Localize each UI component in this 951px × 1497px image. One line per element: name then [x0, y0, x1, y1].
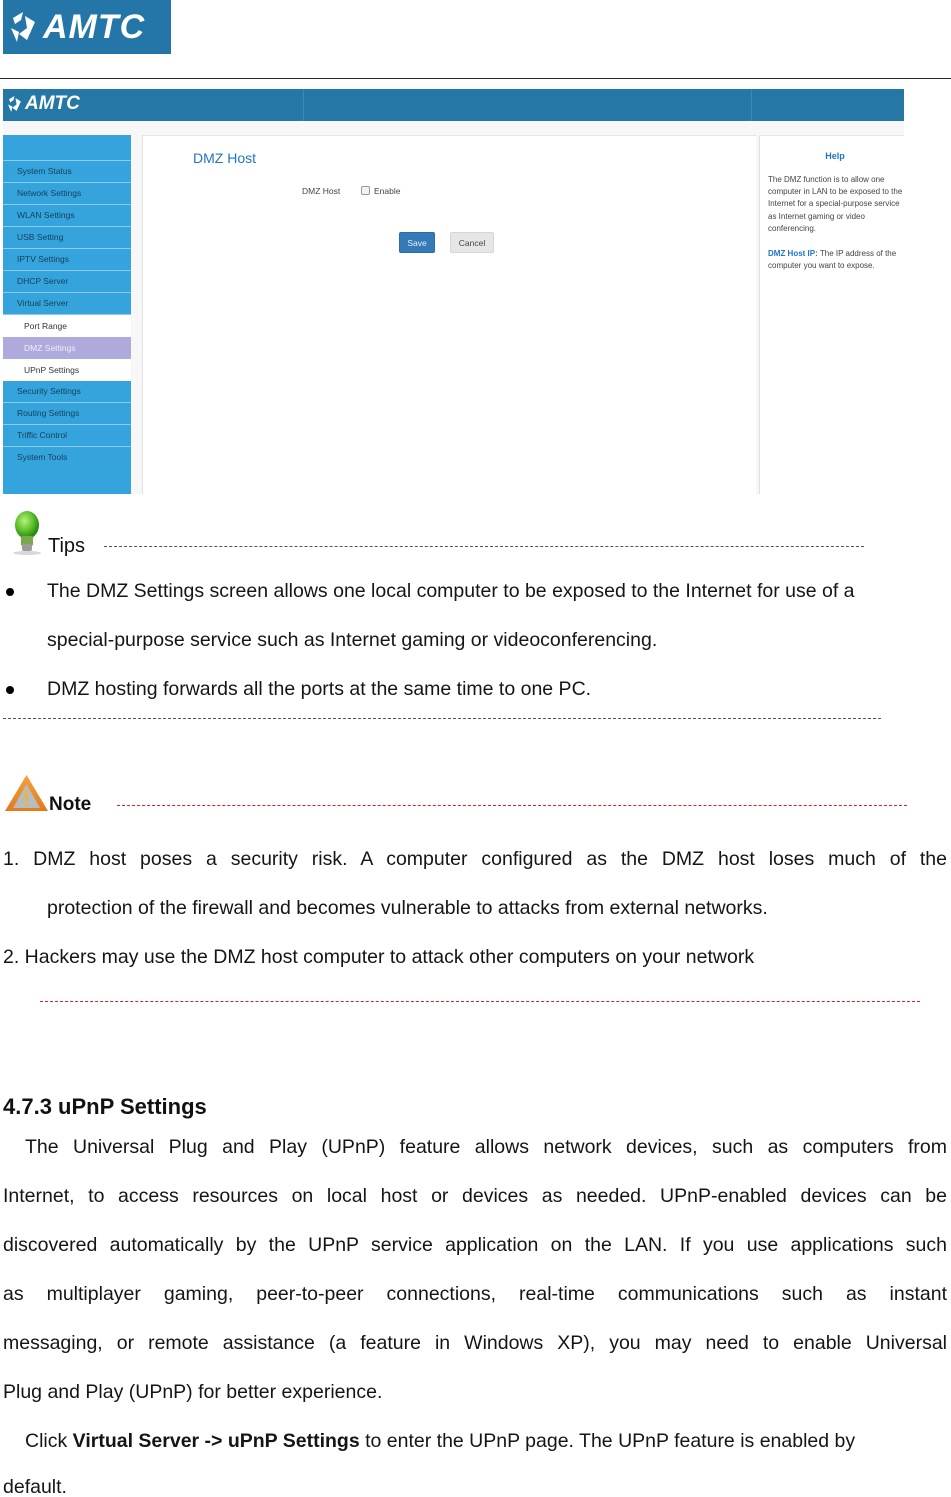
bullet-icon [6, 588, 14, 596]
tips-bullet-2: DMZ hosting forwards all the ports at th… [47, 678, 592, 700]
tips-bullet-1-line-1: The DMZ Settings screen allows one local… [47, 580, 855, 602]
warning-icon [5, 775, 48, 811]
router-logo-text: AMTC [25, 93, 80, 114]
tips-bullet-1-line-2: special-purpose service such as Internet… [47, 629, 658, 651]
sidebar-item-system-tools[interactable]: System Tools [3, 447, 131, 469]
sidebar-item-virtual-server[interactable]: Virtual Server [3, 293, 131, 315]
cancel-button[interactable]: Cancel [450, 232, 494, 253]
help-ip-term: DMZ Host IP: [768, 249, 818, 258]
note-item-1-line-2: protection of the firewall and becomes v… [47, 897, 768, 919]
dmz-host-label: DMZ Host [302, 186, 341, 196]
sidebar-top-spacer [3, 135, 131, 161]
note-divider-bottom [40, 1001, 920, 1002]
sidebar-item-usb-setting[interactable]: USB Setting [3, 227, 131, 249]
sidebar-item-network-settings[interactable]: Network Settings [3, 183, 131, 205]
help-description: The DMZ function is to allow one compute… [768, 175, 903, 233]
sidebar-subitem-upnp-settings[interactable]: UPnP Settings [3, 359, 131, 381]
paragraph-line: discovered automatically by the UPnP ser… [3, 1234, 947, 1256]
lightbulb-icon [13, 511, 41, 555]
sidebar-item-dhcp-server[interactable]: DHCP Server [3, 271, 131, 293]
menu-path: Virtual Server -> uPnP Settings [72, 1430, 360, 1452]
header-divider [303, 89, 304, 121]
click-prefix: Click [25, 1430, 73, 1452]
bullet-icon [6, 686, 14, 694]
router-logo: AMTC [7, 93, 80, 115]
tips-title: Tips [48, 535, 86, 557]
sidebar-item-security-settings[interactable]: Security Settings [3, 381, 131, 403]
paragraph-line: The Universal Plug and Play (UPnP) featu… [25, 1136, 947, 1158]
page-title: DMZ Host [193, 150, 256, 166]
note-divider-top [117, 805, 907, 806]
sidebar-item-traffic-control[interactable]: Triffic Control [3, 425, 131, 447]
click-instruction: Click Virtual Server -> uPnP Settings to… [25, 1430, 855, 1453]
doc-header-logo: AMTC [3, 0, 171, 54]
sidebar-subitem-dmz-settings[interactable]: DMZ Settings [3, 337, 131, 359]
paragraph-line: Plug and Play (UPnP) for better experien… [3, 1381, 383, 1403]
sidebar-item-system-status[interactable]: System Status [3, 161, 131, 183]
amtc-logo-icon [8, 96, 21, 112]
help-dmz-host-ip: DMZ Host IP: The IP address of the compu… [768, 248, 904, 272]
note-item-1-line-1: 1. DMZ host poses a security risk. A com… [3, 848, 947, 870]
dmz-enable-label[interactable]: Enable [374, 186, 400, 196]
sidebar-item-iptv-settings[interactable]: IPTV Settings [3, 249, 131, 271]
sidebar-item-wlan-settings[interactable]: WLAN Settings [3, 205, 131, 227]
help-panel: Help The DMZ function is to allow one co… [759, 135, 904, 494]
paragraph-line: as multiplayer gaming, peer-to-peer conn… [3, 1283, 947, 1305]
sidebar-subitem-port-range[interactable]: Port Range [3, 315, 131, 337]
dmz-main-panel: DMZ Host DMZ Host Enable Save Cancel [142, 135, 756, 494]
router-ui-screenshot: AMTC System Status Network Settings WLAN… [3, 89, 904, 494]
click-instruction-end: default. [3, 1476, 67, 1497]
note-item-2: 2. Hackers may use the DMZ host computer… [3, 946, 755, 968]
header-rule [0, 78, 951, 79]
click-suffix: to enter the UPnP page. The UPnP feature… [359, 1430, 856, 1452]
dmz-enable-checkbox[interactable] [361, 186, 370, 195]
tips-divider-bottom [3, 718, 881, 719]
header-divider [751, 89, 752, 121]
paragraph-line: Internet, to access resources on local h… [3, 1185, 947, 1207]
tips-divider-top [104, 546, 864, 547]
paragraph-line: messaging, or remote assistance (a featu… [3, 1332, 947, 1354]
help-title: Help [825, 151, 845, 161]
logo-text: AMTC [43, 7, 146, 46]
section-heading: 4.7.3 uPnP Settings [3, 1094, 207, 1119]
amtc-logo-icon [11, 12, 35, 42]
save-button[interactable]: Save [399, 232, 435, 253]
note-title: Note [49, 794, 92, 815]
router-sidebar: System Status Network Settings WLAN Sett… [3, 135, 131, 494]
router-header-bar: AMTC [3, 89, 904, 121]
sidebar-item-routing-settings[interactable]: Routing Settings [3, 403, 131, 425]
